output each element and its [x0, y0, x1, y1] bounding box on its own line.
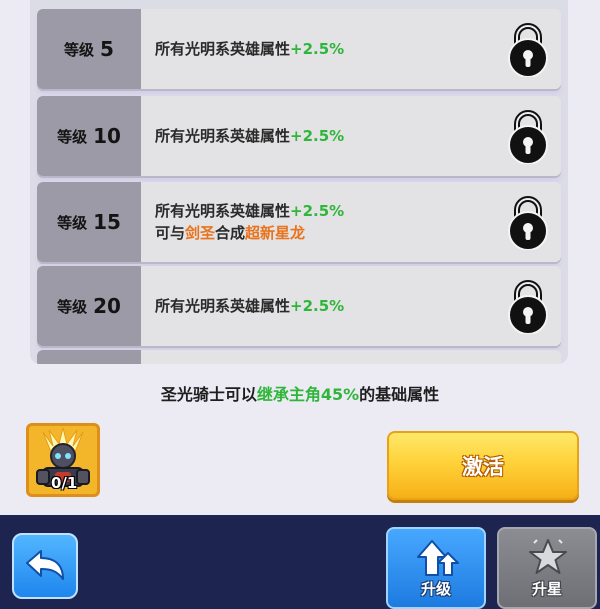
- level-description: 所有光明系英雄属性+2.5% 可与剑圣合成超新星龙: [141, 182, 561, 262]
- upgrade-arrows-icon: [417, 540, 459, 576]
- activate-button[interactable]: 激活: [387, 431, 579, 500]
- hero-name-supernova-dragon: 超新星龙: [245, 224, 306, 242]
- bonus-value: +2.5%: [290, 297, 345, 315]
- level-row-20[interactable]: 等级 20 所有光明系英雄属性+2.5%: [37, 266, 561, 346]
- level-description: 所有光明系英雄属性+2.5%: [141, 96, 561, 176]
- inherit-description: 圣光骑士可以继承主角45%的基础属性: [160, 385, 440, 404]
- hero-name-sword-saint: 剑圣: [185, 224, 216, 242]
- fusion-hint: 可与剑圣合成超新星龙: [155, 224, 306, 242]
- lock-icon: [508, 196, 548, 250]
- lock-icon: [508, 23, 548, 77]
- star-up-button[interactable]: 升星: [497, 527, 597, 609]
- level-row-15[interactable]: 等级 15 所有光明系英雄属性+2.5% 可与剑圣合成超新星龙: [37, 182, 561, 262]
- lock-icon: [508, 110, 548, 164]
- level-description: 所有光明系英雄属性+2.5%: [141, 266, 561, 346]
- level-bonus-panel: 等级 5 所有光明系英雄属性+2.5% 等级 10 所有光明系英雄属性+2.5%: [30, 0, 568, 364]
- hero-shard-card[interactable]: 0/1: [26, 423, 100, 497]
- level-label: 等级 20: [37, 266, 141, 346]
- back-arrow-icon: [26, 550, 64, 580]
- inherit-highlight: 继承主角45%: [256, 385, 360, 404]
- lock-icon: [508, 280, 548, 334]
- level-number: 5: [100, 37, 114, 61]
- level-number: 20: [93, 294, 121, 318]
- back-button[interactable]: [12, 533, 78, 599]
- upgrade-label: 升级: [420, 580, 451, 598]
- upgrade-button[interactable]: 升级: [386, 527, 486, 609]
- bonus-value: +2.5%: [290, 127, 345, 145]
- level-number: 10: [93, 124, 121, 148]
- shard-count: 0/1: [51, 474, 78, 492]
- level-label: 等级 5: [37, 9, 141, 89]
- level-row-5[interactable]: 等级 5 所有光明系英雄属性+2.5%: [37, 9, 561, 89]
- bonus-value: +2.5%: [290, 202, 345, 220]
- star-up-label: 升星: [531, 580, 562, 598]
- level-row-partial: [37, 350, 561, 364]
- level-number: 15: [93, 210, 121, 234]
- level-row-10[interactable]: 等级 10 所有光明系英雄属性+2.5%: [37, 96, 561, 176]
- bonus-value: +2.5%: [290, 40, 345, 58]
- star-icon: [529, 537, 567, 574]
- level-description: 所有光明系英雄属性+2.5%: [141, 9, 561, 89]
- level-label: 等级 10: [37, 96, 141, 176]
- level-label: 等级 15: [37, 182, 141, 262]
